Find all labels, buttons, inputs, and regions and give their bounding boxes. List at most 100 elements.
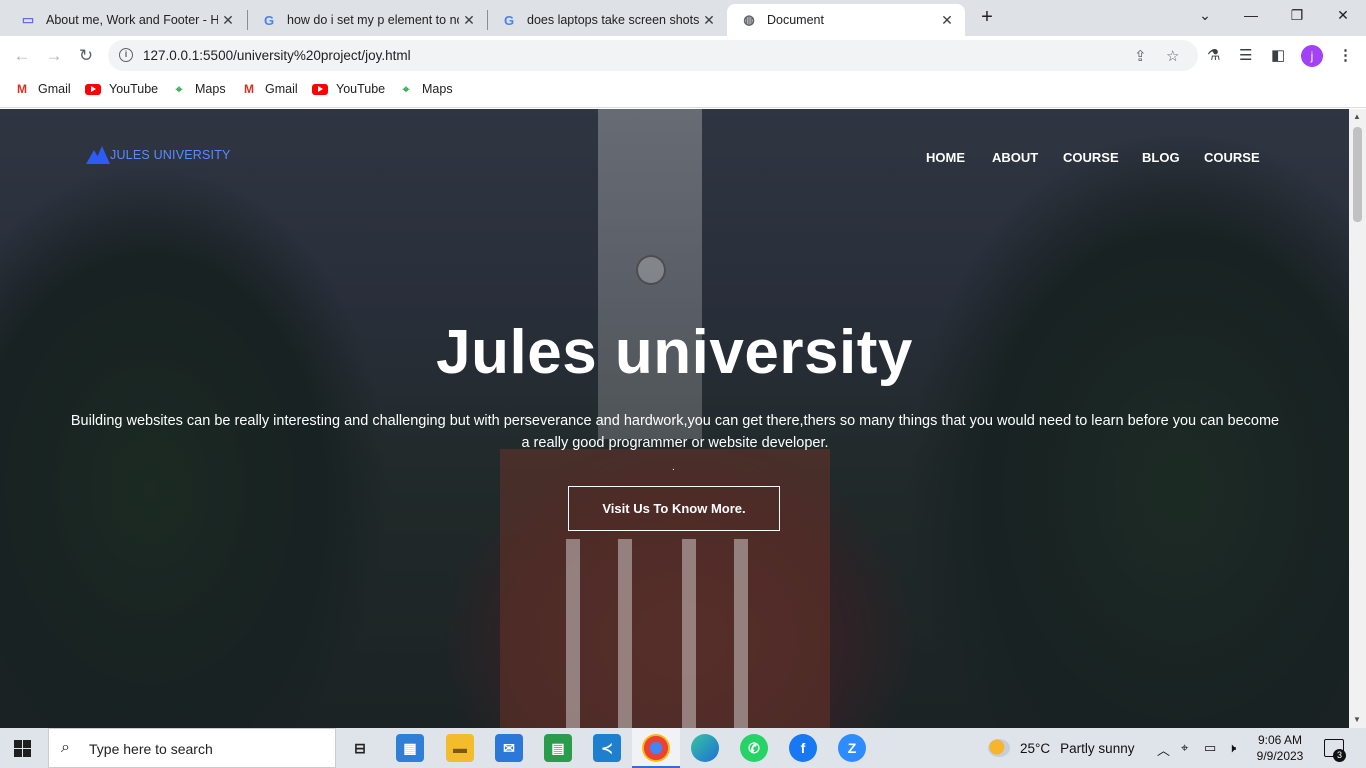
site-navbar: JULES UNIVERSITY HOME ABOUT COURSE BLOG … bbox=[0, 109, 1349, 209]
close-icon[interactable]: ✕ bbox=[699, 12, 719, 29]
minimize-button[interactable]: — bbox=[1228, 0, 1274, 30]
bookmark-youtube[interactable]: YouTube bbox=[312, 82, 385, 96]
building-column bbox=[682, 539, 696, 728]
nav-home[interactable]: HOME bbox=[926, 150, 965, 165]
taskbar-search[interactable]: ⌕ Type here to search bbox=[48, 728, 336, 768]
hero-dot: . bbox=[672, 462, 675, 473]
window-close-button[interactable]: ✕ bbox=[1320, 0, 1366, 30]
codepen-icon: ▭ bbox=[21, 12, 35, 27]
notification-badge: 3 bbox=[1333, 749, 1346, 762]
extensions-icon[interactable]: ⚗ bbox=[1207, 46, 1220, 64]
chart-app-icon[interactable]: ▤ bbox=[544, 734, 572, 762]
building-column bbox=[618, 539, 632, 728]
reload-button[interactable]: ↻ bbox=[74, 44, 98, 68]
page-scrollbar[interactable]: ▲ ▼ bbox=[1349, 109, 1366, 728]
address-bar[interactable]: i 127.0.0.1:5500/university%20project/jo… bbox=[108, 40, 1198, 71]
building-column bbox=[566, 539, 580, 728]
nav-course[interactable]: COURSE bbox=[1063, 150, 1119, 165]
weather-desc: Partly sunny bbox=[1060, 740, 1135, 756]
nav-about[interactable]: ABOUT bbox=[992, 150, 1038, 165]
youtube-icon bbox=[312, 83, 328, 95]
nav-blog[interactable]: BLOG bbox=[1142, 150, 1180, 165]
network-icon[interactable]: ⌖ bbox=[1181, 740, 1188, 756]
browser-toolbar: ← → ↻ i 127.0.0.1:5500/university%20proj… bbox=[0, 36, 1366, 74]
bookmark-star-icon[interactable]: ☆ bbox=[1166, 47, 1179, 65]
system-clock[interactable]: 9:06 AM 9/9/2023 bbox=[1252, 732, 1308, 764]
reading-list-icon[interactable]: ☰ bbox=[1239, 46, 1252, 64]
bookmark-gmail[interactable]: M Gmail bbox=[241, 82, 298, 96]
facebook-icon[interactable]: f bbox=[789, 734, 817, 762]
site-logo[interactable]: JULES UNIVERSITY bbox=[86, 146, 231, 164]
bookmarks-bar: M Gmail YouTube ⌖ Maps M Gmail YouTube ⌖ Map… bbox=[0, 74, 1366, 108]
bookmark-maps[interactable]: ⌖ Maps bbox=[171, 81, 226, 97]
chevron-up-icon[interactable]: ︿ bbox=[1157, 740, 1170, 759]
tab-title: About me, Work and Footer - HT bbox=[46, 13, 218, 27]
google-icon: G bbox=[263, 12, 275, 28]
chrome-icon[interactable] bbox=[642, 734, 670, 762]
bookmark-label: Gmail bbox=[265, 82, 298, 96]
back-button[interactable]: ← bbox=[10, 44, 34, 68]
close-icon[interactable]: ✕ bbox=[218, 12, 238, 29]
bookmark-gmail[interactable]: M Gmail bbox=[14, 82, 71, 96]
bookmark-label: YouTube bbox=[336, 82, 386, 96]
page-viewport: JULES UNIVERSITY HOME ABOUT COURSE BLOG … bbox=[0, 109, 1349, 728]
search-icon: ⌕ bbox=[61, 739, 70, 756]
scroll-down-icon[interactable]: ▼ bbox=[1353, 715, 1361, 724]
clock-time: 9:06 AM bbox=[1257, 733, 1303, 747]
whatsapp-icon[interactable]: ✆ bbox=[740, 734, 768, 762]
bookmark-label: Maps bbox=[422, 82, 453, 96]
tab-document[interactable]: ◍ Document ✕ bbox=[727, 4, 965, 36]
vscode-icon[interactable]: ≺ bbox=[593, 734, 621, 762]
tab-title: how do i set my p element to no bbox=[287, 13, 459, 27]
share-icon[interactable]: ⇪ bbox=[1134, 47, 1147, 65]
nav-course-2[interactable]: COURSE bbox=[1204, 150, 1260, 165]
tab-google-search-2[interactable]: G does laptops take screen shots - ✕ bbox=[487, 4, 727, 36]
bookmark-youtube[interactable]: YouTube bbox=[85, 82, 158, 96]
menu-icon[interactable]: ⋮ bbox=[1338, 46, 1353, 64]
tab-about-me[interactable]: ▭ About me, Work and Footer - HT ✕ bbox=[6, 4, 246, 36]
site-info-icon[interactable]: i bbox=[119, 48, 133, 62]
gmail-icon: M bbox=[17, 82, 27, 96]
globe-icon: ◍ bbox=[743, 12, 755, 27]
clock-date: 9/9/2023 bbox=[1256, 749, 1304, 763]
visit-us-button[interactable]: Visit Us To Know More. bbox=[568, 486, 780, 531]
task-view-icon[interactable]: ⊟ bbox=[346, 734, 374, 762]
mountain-logo-icon bbox=[86, 146, 110, 164]
volume-icon[interactable]: 🕨 bbox=[1228, 740, 1236, 756]
profile-avatar[interactable]: j bbox=[1301, 45, 1323, 67]
file-explorer-icon[interactable]: ▬ bbox=[446, 734, 474, 762]
url-text[interactable]: 127.0.0.1:5500/university%20project/joy.… bbox=[143, 48, 411, 63]
gmail-icon: M bbox=[244, 82, 254, 96]
battery-icon[interactable]: ▭ bbox=[1204, 740, 1216, 756]
edge-icon[interactable] bbox=[691, 734, 719, 762]
restore-button[interactable]: ❐ bbox=[1274, 0, 1320, 30]
microsoft-store-icon[interactable]: ▦ bbox=[396, 734, 424, 762]
weather-temp: 25°C bbox=[1020, 740, 1051, 756]
zoom-icon[interactable]: Z bbox=[838, 734, 866, 762]
mail-icon[interactable]: ✉ bbox=[495, 734, 523, 762]
close-icon[interactable]: ✕ bbox=[459, 12, 479, 29]
side-panel-icon[interactable]: ◧ bbox=[1271, 46, 1285, 64]
forward-button[interactable]: → bbox=[42, 44, 66, 68]
clock-tower-clock bbox=[636, 255, 666, 285]
windows-start-icon[interactable] bbox=[14, 740, 31, 757]
new-tab-button[interactable]: + bbox=[964, 2, 1010, 32]
bookmark-label: Maps bbox=[195, 82, 226, 96]
bookmark-maps[interactable]: ⌖ Maps bbox=[398, 82, 453, 97]
close-icon[interactable]: ✕ bbox=[937, 12, 957, 29]
bookmark-label: YouTube bbox=[109, 82, 159, 96]
hero-title: Jules university bbox=[436, 318, 913, 387]
scrollbar-thumb[interactable] bbox=[1353, 127, 1362, 222]
tab-title: Document bbox=[767, 13, 824, 27]
tab-title: does laptops take screen shots - bbox=[527, 13, 699, 27]
google-icon: G bbox=[503, 12, 515, 28]
youtube-icon bbox=[85, 83, 101, 95]
weather-widget[interactable]: 25°C Partly sunny bbox=[988, 739, 1134, 757]
scroll-up-icon[interactable]: ▲ bbox=[1353, 112, 1361, 121]
maps-icon: ⌖ bbox=[175, 81, 183, 96]
windows-taskbar: ⌕ Type here to search ⊟ ▦ ▬ ✉ ▤ ≺ ✆ f Z … bbox=[0, 728, 1366, 768]
tab-search-button[interactable]: ⌄ bbox=[1182, 0, 1228, 30]
partly-sunny-icon bbox=[988, 739, 1010, 757]
search-placeholder: Type here to search bbox=[89, 741, 213, 757]
tab-google-search-1[interactable]: G how do i set my p element to no ✕ bbox=[247, 4, 487, 36]
